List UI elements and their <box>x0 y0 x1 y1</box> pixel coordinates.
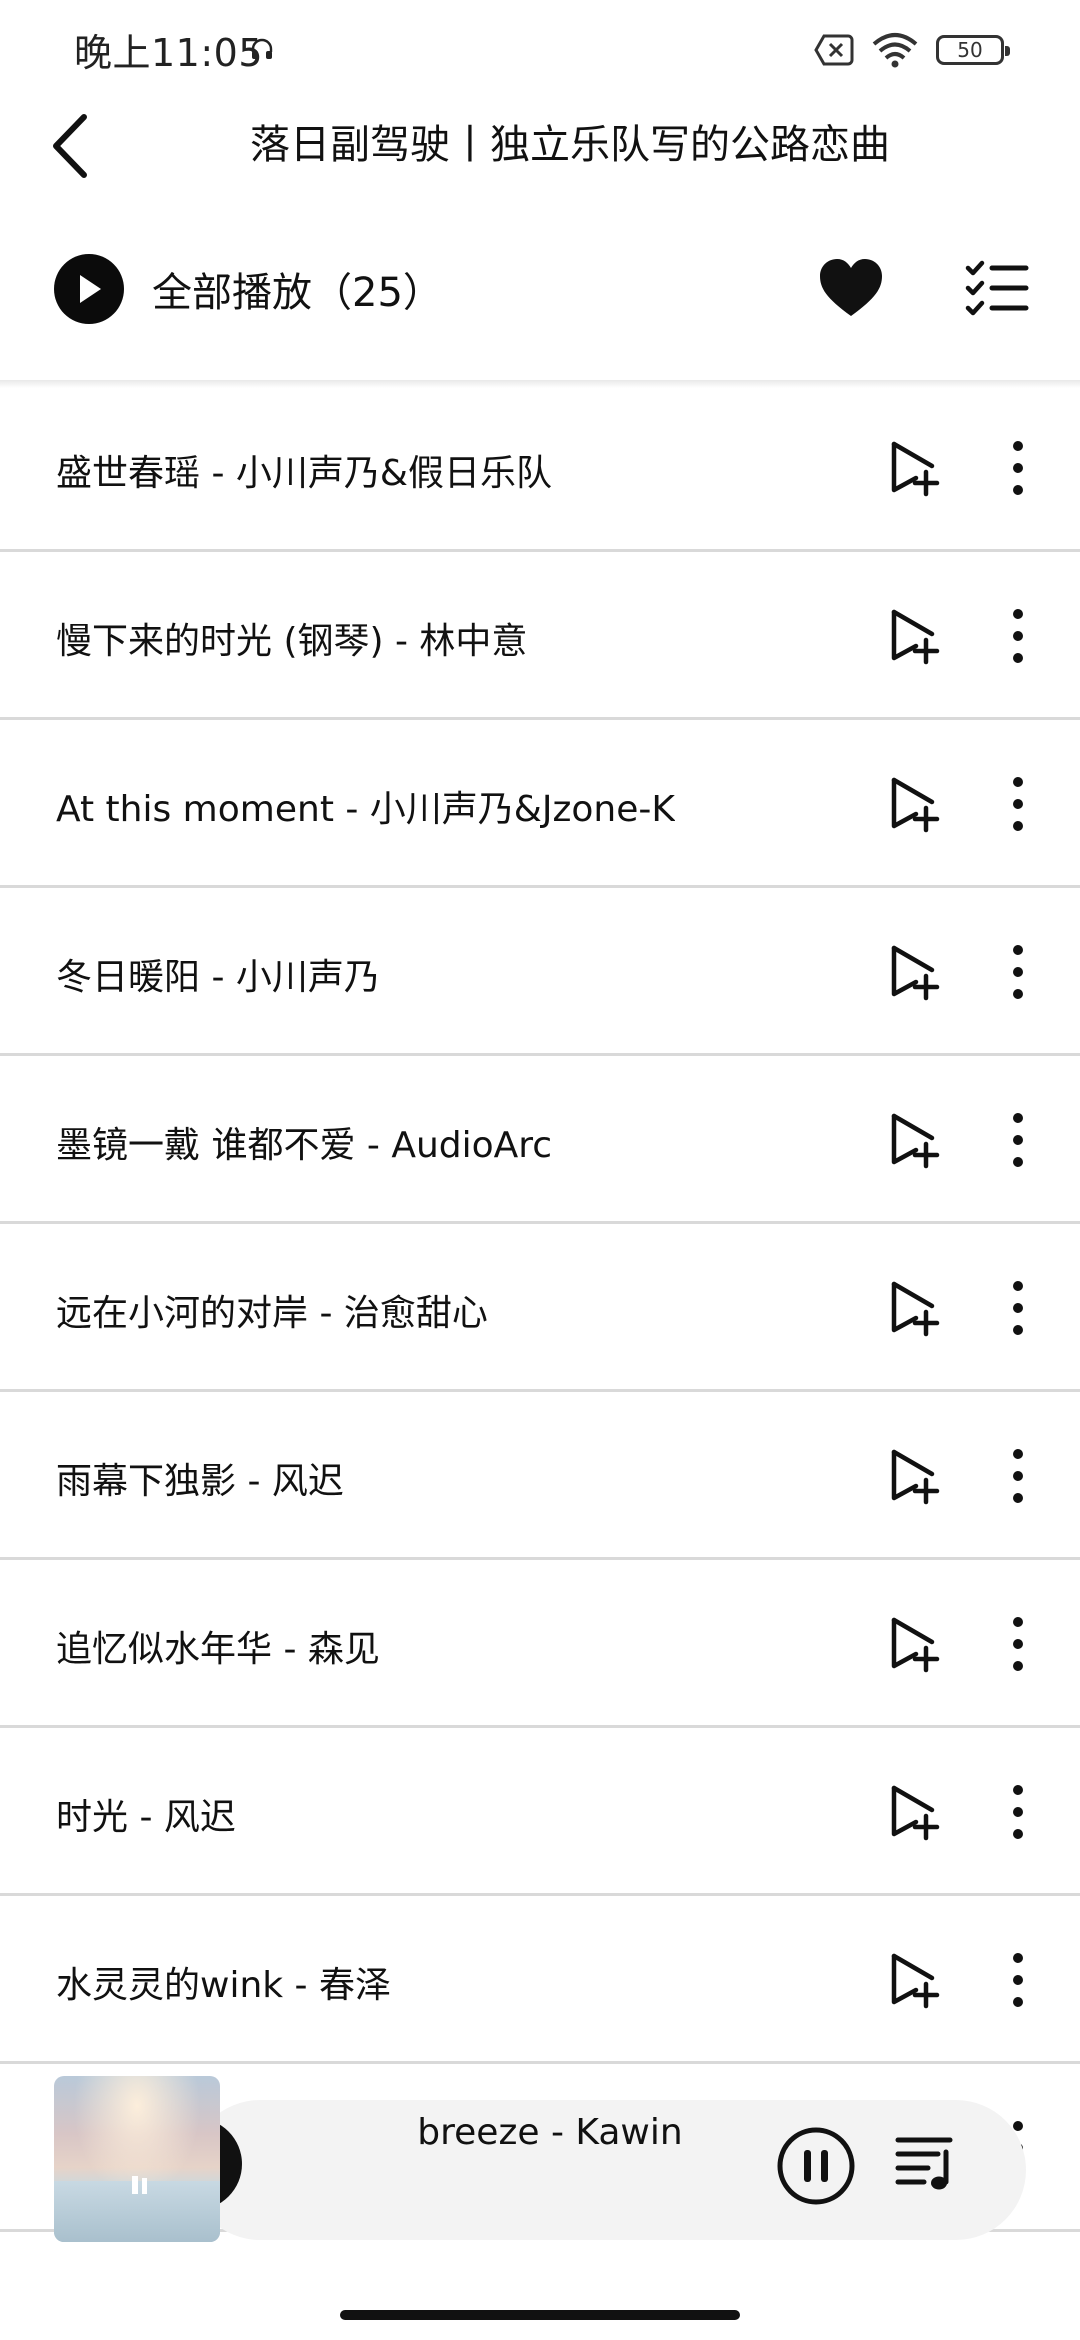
home-indicator[interactable] <box>340 2310 740 2320</box>
battery-level: 50 <box>957 38 983 62</box>
song-row[interactable]: 慢下来的时光 (钢琴) - 林中意 <box>0 552 1080 720</box>
sim-off-icon <box>814 34 854 66</box>
battery-icon: 50 <box>936 35 1010 65</box>
song-title-artist: 慢下来的时光 (钢琴) - 林中意 <box>56 621 528 662</box>
status-bar: 晚上11:05 50 <box>0 0 1080 96</box>
song-title-artist: 远在小河的对岸 - 治愈甜心 <box>56 1293 488 1334</box>
add-to-playlist-icon[interactable] <box>882 1446 942 1506</box>
more-vertical-icon[interactable] <box>1000 1782 1036 1842</box>
status-icons: 50 <box>814 28 1010 72</box>
mini-player: breeze - Kawin <box>0 2070 1080 2250</box>
song-row[interactable]: At this moment - 小川声乃&Jzone-K <box>0 720 1080 888</box>
song-title-artist: 水灵灵的wink - 春泽 <box>56 1965 391 2006</box>
multi-select-list-icon[interactable] <box>962 254 1032 324</box>
playlist-queue-icon[interactable] <box>894 2130 958 2194</box>
cover-sail <box>142 2178 147 2194</box>
more-vertical-icon[interactable] <box>1000 774 1036 834</box>
song-row[interactable]: 水灵灵的wink - 春泽 <box>0 1896 1080 2064</box>
add-to-playlist-icon[interactable] <box>882 438 942 498</box>
heart-icon[interactable] <box>816 254 886 324</box>
play-icon <box>54 254 124 324</box>
song-row[interactable]: 冬日暖阳 - 小川声乃 <box>0 888 1080 1056</box>
wifi-icon <box>872 33 918 68</box>
song-title-artist: 时光 - 风迟 <box>56 1797 236 1838</box>
song-list: 盛世春瑶 - 小川声乃&假日乐队 慢下来的时光 (钢琴) - 林中意 At this… <box>0 384 1080 2232</box>
song-row[interactable]: 盛世春瑶 - 小川声乃&假日乐队 <box>0 384 1080 552</box>
play-all-bar: 全部播放（25） <box>0 230 1080 350</box>
now-playing-title: breeze - Kawin <box>417 2112 683 2153</box>
song-title-artist: 盛世春瑶 - 小川声乃&假日乐队 <box>56 453 552 494</box>
song-row[interactable]: 雨幕下独影 - 风迟 <box>0 1392 1080 1560</box>
back-button[interactable] <box>40 106 100 186</box>
song-row[interactable]: 远在小河的对岸 - 治愈甜心 <box>0 1224 1080 1392</box>
add-to-playlist-icon[interactable] <box>882 1614 942 1674</box>
add-to-playlist-icon[interactable] <box>882 1782 942 1842</box>
song-row[interactable]: 时光 - 风迟 <box>0 1728 1080 1896</box>
cover-sail <box>132 2176 138 2194</box>
app-header: 落日副驾驶丨独立乐队写的公路恋曲 <box>0 96 1080 246</box>
more-vertical-icon[interactable] <box>1000 1110 1036 1170</box>
song-title-artist: 雨幕下独影 - 风迟 <box>56 1461 344 1502</box>
add-to-playlist-icon[interactable] <box>882 942 942 1002</box>
song-title-artist: 冬日暖阳 - 小川声乃 <box>56 957 380 998</box>
add-to-playlist-icon[interactable] <box>882 1950 942 2010</box>
more-vertical-icon[interactable] <box>1000 438 1036 498</box>
song-title-artist: 墨镜一戴 谁都不爱 - AudioArc <box>56 1125 553 1166</box>
play-all-label: 全部播放（25） <box>152 270 443 316</box>
more-vertical-icon[interactable] <box>1000 1950 1036 2010</box>
add-to-playlist-icon[interactable] <box>882 1278 942 1338</box>
playlist-page: 晚上11:05 50 落日副驾驶丨独立乐队写的公路恋曲 全部播放（25） 盛世春… <box>0 0 1080 2340</box>
status-time: 晚上11:05 <box>74 31 264 75</box>
back-arrow-icon <box>53 114 87 178</box>
song-row[interactable]: 追忆似水年华 - 森见 <box>0 1560 1080 1728</box>
more-vertical-icon[interactable] <box>1000 1614 1036 1674</box>
more-vertical-icon[interactable] <box>1000 942 1036 1002</box>
add-to-playlist-icon[interactable] <box>882 1110 942 1170</box>
more-vertical-icon[interactable] <box>1000 1278 1036 1338</box>
add-to-playlist-icon[interactable] <box>882 774 942 834</box>
page-title: 落日副驾驶丨独立乐队写的公路恋曲 <box>250 122 890 168</box>
song-title-artist: At this moment - 小川声乃&Jzone-K <box>56 789 675 830</box>
more-vertical-icon[interactable] <box>1000 606 1036 666</box>
add-to-playlist-icon[interactable] <box>882 606 942 666</box>
more-vertical-icon[interactable] <box>1000 1446 1036 1506</box>
pause-icon[interactable] <box>776 2126 856 2206</box>
song-row[interactable]: 墨镜一戴 谁都不爱 - AudioArc <box>0 1056 1080 1224</box>
song-title-artist: 追忆似水年华 - 森见 <box>56 1629 380 1670</box>
play-all-button[interactable]: 全部播放（25） <box>54 244 443 334</box>
album-cover[interactable] <box>54 2076 220 2242</box>
headset-icon <box>251 38 273 59</box>
